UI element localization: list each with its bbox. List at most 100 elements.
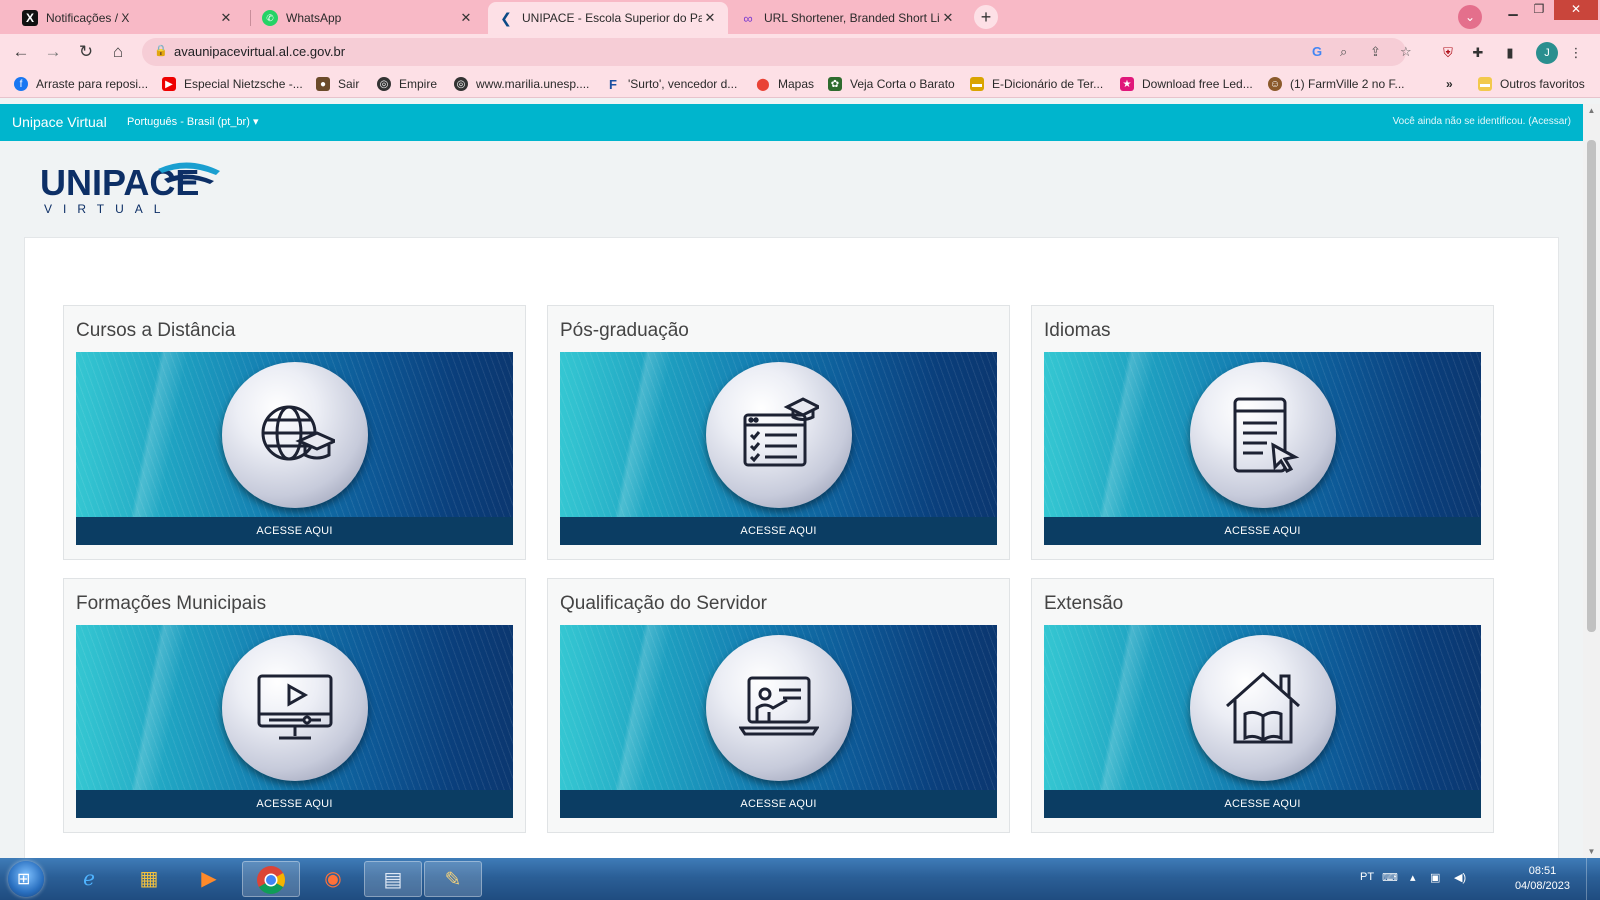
file-explorer-icon[interactable]: ▦: [120, 861, 178, 897]
bookmark-item[interactable]: f Arraste para reposi...: [14, 76, 148, 92]
category-banner[interactable]: [76, 625, 513, 790]
close-tab-icon[interactable]: ✕: [458, 10, 474, 26]
media-player-icon[interactable]: ▶: [180, 861, 238, 897]
unipace-favicon-icon: ❮: [500, 9, 512, 26]
home-button[interactable]: ⌂: [107, 41, 129, 63]
category-card-idiomas: Idiomas ACESSE AQUI: [1031, 305, 1494, 560]
teacher-screen-icon: [706, 635, 852, 781]
tab-search-button[interactable]: ⌄: [1458, 5, 1482, 29]
category-banner[interactable]: [560, 352, 997, 517]
bookmark-item[interactable]: ● Sair: [316, 76, 359, 92]
access-button[interactable]: ACESSE AQUI: [1044, 790, 1481, 818]
category-title: Formações Municipais: [76, 593, 267, 614]
firefox-icon[interactable]: ◉: [304, 861, 362, 897]
category-title: Cursos a Distância: [76, 320, 236, 341]
access-button[interactable]: ACESSE AQUI: [560, 517, 997, 545]
close-tab-icon[interactable]: ✕: [218, 10, 234, 26]
category-card-extensao: Extensão ACESSE AQUI: [1031, 578, 1494, 833]
tab-whatsapp[interactable]: ✆ WhatsApp ✕: [252, 2, 484, 34]
other-bookmarks-label: Outros favoritos: [1500, 77, 1585, 91]
show-hidden-icons-icon[interactable]: ▴: [1410, 871, 1416, 884]
zoom-icon[interactable]: ⌕: [1340, 44, 1347, 60]
maximize-window-button[interactable]: ❐: [1526, 0, 1552, 20]
browser-tab-strip: X Notificações / X ✕ ✆ WhatsApp ✕ ❮ UNIP…: [0, 0, 1600, 34]
bookmark-label: Mapas: [778, 77, 815, 91]
bookmark-item[interactable]: F 'Surto', vencedor d...: [606, 76, 737, 92]
bookmarks-overflow-button[interactable]: »: [1446, 76, 1453, 92]
ublock-icon[interactable]: ⛨: [1438, 43, 1458, 63]
share-icon[interactable]: ⇪: [1370, 44, 1381, 60]
address-bar[interactable]: 🔒 avaunipacevirtual.al.ce.gov.br G ⌕ ⇪ ☆: [142, 38, 1412, 66]
bookmark-item[interactable]: ◎ Empire: [377, 76, 437, 92]
bookmark-item[interactable]: ◎ www.marilia.unesp....: [454, 76, 589, 92]
bookmark-item[interactable]: ✿ Veja Corta o Barato: [828, 76, 955, 92]
lock-icon: 🔒: [154, 45, 168, 57]
login-status-link[interactable]: Você ainda não se identificou. (Acessar): [1393, 116, 1571, 127]
tab-url-shortener[interactable]: ∞ URL Shortener, Branded Short Li ✕: [730, 2, 966, 34]
category-title: Idiomas: [1044, 320, 1111, 341]
side-panel-icon[interactable]: ▮: [1500, 43, 1520, 63]
reload-button[interactable]: ↻: [75, 41, 97, 63]
category-banner[interactable]: [1044, 625, 1481, 790]
keyboard-icon[interactable]: ⌨: [1382, 871, 1398, 884]
network-icon[interactable]: ▣: [1430, 871, 1440, 884]
bookmark-label: Empire: [399, 77, 438, 91]
chrome-menu-icon[interactable]: ⋮: [1566, 43, 1586, 63]
bookmark-item[interactable]: ⬤ Mapas: [756, 76, 814, 92]
link-icon: ∞: [743, 10, 753, 26]
forward-button[interactable]: →: [42, 41, 64, 63]
star-badge-icon: ★: [1120, 77, 1134, 91]
tab-unipace[interactable]: ❮ UNIPACE - Escola Superior do Pa ✕: [488, 2, 728, 34]
access-button[interactable]: ACESSE AQUI: [560, 790, 997, 818]
bookmark-star-icon[interactable]: ☆: [1400, 44, 1412, 60]
scroll-down-icon[interactable]: ▼: [1583, 847, 1600, 856]
house-book-icon: [1190, 635, 1336, 781]
site-brand-link[interactable]: Unipace Virtual: [12, 114, 107, 130]
clock-time: 08:51: [1528, 865, 1557, 877]
google-lens-icon[interactable]: G: [1312, 44, 1322, 59]
calculator-icon[interactable]: ▤: [364, 861, 422, 897]
bookmark-item[interactable]: ▬ E-Dicionário de Ter...: [970, 76, 1103, 92]
close-tab-icon[interactable]: ✕: [940, 10, 956, 26]
language-menu[interactable]: Português - Brasil (pt_br) ▾: [127, 115, 258, 128]
x-logo-icon: X: [22, 10, 38, 26]
scroll-up-icon[interactable]: ▲: [1583, 106, 1600, 115]
unipace-logo[interactable]: UNIPACE VIRTUAL: [38, 157, 228, 217]
browser-toolbar: ← → ↻ ⌂ 🔒 avaunipacevirtual.al.ce.gov.br…: [0, 34, 1600, 70]
windows-taskbar: ⊞ ℯ ▦ ▶ ◉ ▤ ✎ PT ⌨ ▴ ▣ ◀) 08:51 04/08/20…: [0, 858, 1600, 900]
start-button[interactable]: ⊞: [8, 861, 44, 897]
category-card-qualificacao-servidor: Qualificação do Servidor ACESSE AQUI: [547, 578, 1010, 833]
bookmark-item[interactable]: ★ Download free Led...: [1120, 76, 1253, 92]
bookmarks-bar: f Arraste para reposi... ▶ Especial Nietzs…: [0, 70, 1600, 98]
system-clock[interactable]: 08:51 04/08/2023: [1515, 864, 1570, 894]
access-button[interactable]: ACESSE AQUI: [76, 517, 513, 545]
extensions-puzzle-icon[interactable]: ✚: [1468, 43, 1488, 63]
close-tab-icon[interactable]: ✕: [702, 10, 718, 26]
input-language-indicator[interactable]: PT: [1360, 871, 1374, 883]
bookmark-label: www.marilia.unesp....: [476, 77, 590, 91]
profile-avatar[interactable]: J: [1536, 42, 1558, 64]
paint-icon[interactable]: ✎: [424, 861, 482, 897]
category-banner[interactable]: [1044, 352, 1481, 517]
category-title: Extensão: [1044, 593, 1124, 614]
internet-explorer-icon[interactable]: ℯ: [60, 861, 118, 897]
back-button[interactable]: ←: [10, 41, 32, 63]
chrome-taskbar-icon[interactable]: [242, 861, 300, 897]
volume-icon[interactable]: ◀): [1454, 871, 1466, 884]
bookmark-item[interactable]: ▶ Especial Nietzsche -...: [162, 76, 303, 92]
category-banner[interactable]: [76, 352, 513, 517]
tab-notifications-x[interactable]: X Notificações / X ✕: [12, 2, 244, 34]
show-desktop-button[interactable]: [1586, 858, 1600, 900]
access-button[interactable]: ACESSE AQUI: [76, 790, 513, 818]
new-tab-button[interactable]: +: [974, 5, 998, 29]
minimize-window-button[interactable]: ▁: [1500, 0, 1526, 20]
category-banner[interactable]: [560, 625, 997, 790]
page-scrollbar[interactable]: ▲ ▼: [1583, 104, 1600, 858]
other-bookmarks-folder[interactable]: ▬ Outros favoritos: [1478, 76, 1585, 92]
access-button[interactable]: ACESSE AQUI: [1044, 517, 1481, 545]
windows-logo-icon: ⊞: [17, 871, 31, 888]
close-window-button[interactable]: ✕: [1554, 0, 1598, 20]
category-title: Pós-graduação: [560, 320, 689, 341]
scrollbar-thumb[interactable]: [1587, 140, 1596, 632]
bookmark-item[interactable]: ☺ (1) FarmVille 2 no F...: [1268, 76, 1404, 92]
